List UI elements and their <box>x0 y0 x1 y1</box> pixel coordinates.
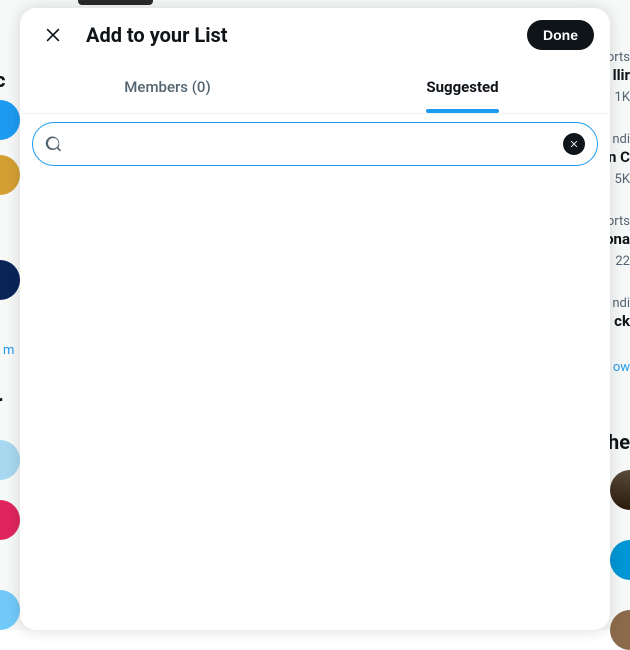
bg-avatar <box>0 155 20 195</box>
bg-avatar <box>610 470 630 510</box>
bg-trend-title: ck <box>614 312 630 330</box>
bg-trend-category: orts <box>607 214 630 229</box>
bg-trend-stat: 5K <box>615 172 630 187</box>
done-button[interactable]: Done <box>527 20 594 50</box>
bg-avatar <box>0 440 20 480</box>
suggested-results-area <box>20 174 610 630</box>
tab-bar: Members (0) Suggested <box>20 61 610 114</box>
bg-avatar <box>0 260 20 300</box>
bg-trend-title: n C <box>608 148 630 166</box>
tab-label: Members (0) <box>124 62 210 112</box>
add-to-list-modal: Add to your List Done Members (0) Sugges… <box>20 8 610 630</box>
bg-avatar <box>0 500 20 540</box>
bg-avatar <box>610 610 630 650</box>
bg-trend-category: ndi <box>612 296 630 311</box>
search-container <box>20 114 610 174</box>
bg-avatar <box>0 590 20 630</box>
search-input[interactable] <box>75 136 563 153</box>
bg-show-more-link: m <box>3 343 14 358</box>
search-box[interactable] <box>32 122 598 166</box>
modal-title: Add to your List <box>86 23 527 47</box>
search-icon <box>45 135 63 153</box>
bg-trend-stat: 1K <box>615 90 630 105</box>
bg-trend-title: llir <box>613 66 630 84</box>
close-icon <box>569 139 579 149</box>
bg-avatar <box>610 540 630 580</box>
bg-avatar <box>0 100 20 140</box>
bg-trend-category: ndi <box>612 132 630 147</box>
tab-members[interactable]: Members (0) <box>20 61 315 113</box>
tab-suggested[interactable]: Suggested <box>315 61 610 113</box>
bg-thumbnail <box>78 0 153 5</box>
close-button[interactable] <box>36 18 70 52</box>
bg-show-more-link: ow <box>613 360 630 375</box>
clear-search-button[interactable] <box>563 133 585 155</box>
bg-trend-stat: 22 <box>615 254 630 269</box>
modal-header: Add to your List Done <box>20 8 610 61</box>
bg-trend-category: orts <box>607 50 630 65</box>
close-icon <box>43 25 63 45</box>
bg-left-column <box>0 0 20 630</box>
tab-label: Suggested <box>426 62 498 112</box>
